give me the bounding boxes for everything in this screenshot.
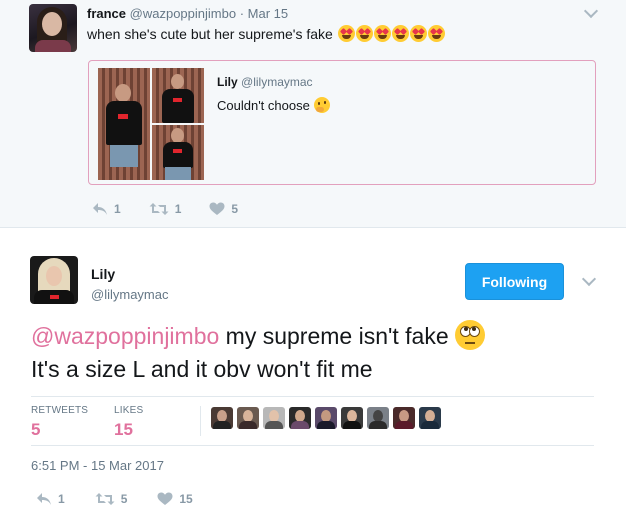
retweet-icon <box>95 493 115 505</box>
divider <box>200 406 201 436</box>
liker-avatar[interactable] <box>419 407 441 429</box>
reply-tweet[interactable]: france @wazpoppinjimbo · Mar 15 when she… <box>0 0 626 228</box>
liker-avatar[interactable] <box>341 407 363 429</box>
quoted-author-handle[interactable]: @lilymaymac <box>241 75 313 89</box>
tweet-text-line-2: It's a size L and it obv won't fit me <box>31 356 373 382</box>
reply-icon <box>37 493 51 505</box>
tweet-actions: 1 5 15 <box>36 492 223 506</box>
retweets-label: RETWEETS <box>31 405 89 416</box>
mention-link[interactable]: @wazpoppinjimbo <box>31 323 219 349</box>
tweet-text-content: when she's cute but her supreme's fake <box>87 25 333 42</box>
quoted-tweet-text-content: Couldn't choose <box>217 97 310 113</box>
divider <box>31 396 594 397</box>
tweet-header: france @wazpoppinjimbo · Mar 15 <box>87 6 288 21</box>
following-button[interactable]: Following <box>465 263 564 300</box>
heart-eyes-emoji-icon <box>409 25 427 42</box>
retweet-button[interactable]: 5 <box>95 492 128 506</box>
reply-button[interactable]: 1 <box>36 492 65 506</box>
reply-count: 1 <box>58 492 65 506</box>
liker-avatar[interactable] <box>289 407 311 429</box>
liker-avatar[interactable] <box>263 407 285 429</box>
tweet-timestamp[interactable]: 6:51 PM - 15 Mar 2017 <box>31 458 164 473</box>
liker-avatar[interactable] <box>237 407 259 429</box>
chevron-down-icon[interactable] <box>581 271 597 287</box>
quoted-author-name[interactable]: Lily <box>217 75 238 89</box>
tweet-text-line-1-rest: my supreme isn't fake <box>219 323 449 349</box>
chevron-down-icon[interactable] <box>583 3 599 19</box>
retweets-stat[interactable]: RETWEETS 5 <box>31 405 88 440</box>
liker-avatar[interactable] <box>393 407 415 429</box>
author-handle[interactable]: @wazpoppinjimbo <box>130 6 236 21</box>
heart-eyes-emoji-icon <box>337 25 355 42</box>
retweet-icon <box>149 203 169 215</box>
heart-icon <box>157 492 173 505</box>
like-button[interactable]: 5 <box>209 202 238 216</box>
retweet-count: 5 <box>120 492 128 506</box>
avatar[interactable] <box>30 256 78 304</box>
heart-eyes-emoji-icon <box>373 25 391 42</box>
author-handle[interactable]: @lilymaymac <box>91 287 168 302</box>
liker-avatars <box>211 407 441 429</box>
heart-eyes-emoji-icon <box>355 25 373 42</box>
tweet-actions: 1 1 5 <box>92 202 266 216</box>
tweet-text-line-1: @wazpoppinjimbo my supreme isn't fake <box>31 320 485 353</box>
likes-stat[interactable]: LIKES 15 <box>114 405 143 440</box>
heart-eyes-emoji-icon <box>427 25 445 42</box>
tweet-text: @wazpoppinjimbo my supreme isn't fake It… <box>31 320 485 386</box>
face-with-rolling-eyes-emoji-icon <box>454 320 485 350</box>
liker-avatar[interactable] <box>315 407 337 429</box>
reply-button[interactable]: 1 <box>92 202 121 216</box>
thinking-face-emoji-icon <box>313 97 330 113</box>
heart-eyes-emoji-row <box>337 25 445 42</box>
liker-avatar[interactable] <box>211 407 233 429</box>
liker-avatar[interactable] <box>367 407 389 429</box>
heart-eyes-emoji-icon <box>391 25 409 42</box>
retweets-value: 5 <box>31 420 41 439</box>
quoted-author[interactable]: Lily @lilymaymac <box>217 75 313 89</box>
divider <box>31 445 594 446</box>
retweet-count: 1 <box>174 202 182 216</box>
author-name[interactable]: Lily <box>91 266 115 282</box>
reply-icon <box>93 203 107 215</box>
tweet-date[interactable]: Mar 15 <box>248 6 288 21</box>
tweet-text: when she's cute but her supreme's fake <box>87 25 445 42</box>
like-button[interactable]: 15 <box>157 492 193 506</box>
quoted-photo-3[interactable] <box>152 125 204 180</box>
retweet-button[interactable]: 1 <box>149 202 182 216</box>
quoted-photo-1[interactable] <box>98 68 150 180</box>
quoted-tweet-text: Couldn't choose <box>217 97 330 113</box>
like-count: 15 <box>179 492 193 506</box>
avatar[interactable] <box>29 4 77 52</box>
reply-count: 1 <box>114 202 121 216</box>
like-count: 5 <box>231 202 239 216</box>
quoted-photo-2[interactable] <box>152 68 204 123</box>
likes-label: LIKES <box>114 405 144 416</box>
heart-icon <box>209 202 225 215</box>
separator: · <box>239 6 245 21</box>
author-name[interactable]: france <box>87 6 126 21</box>
likes-value: 15 <box>114 420 133 439</box>
quoted-tweet-card[interactable]: Lily @lilymaymac Couldn't choose <box>88 60 596 185</box>
